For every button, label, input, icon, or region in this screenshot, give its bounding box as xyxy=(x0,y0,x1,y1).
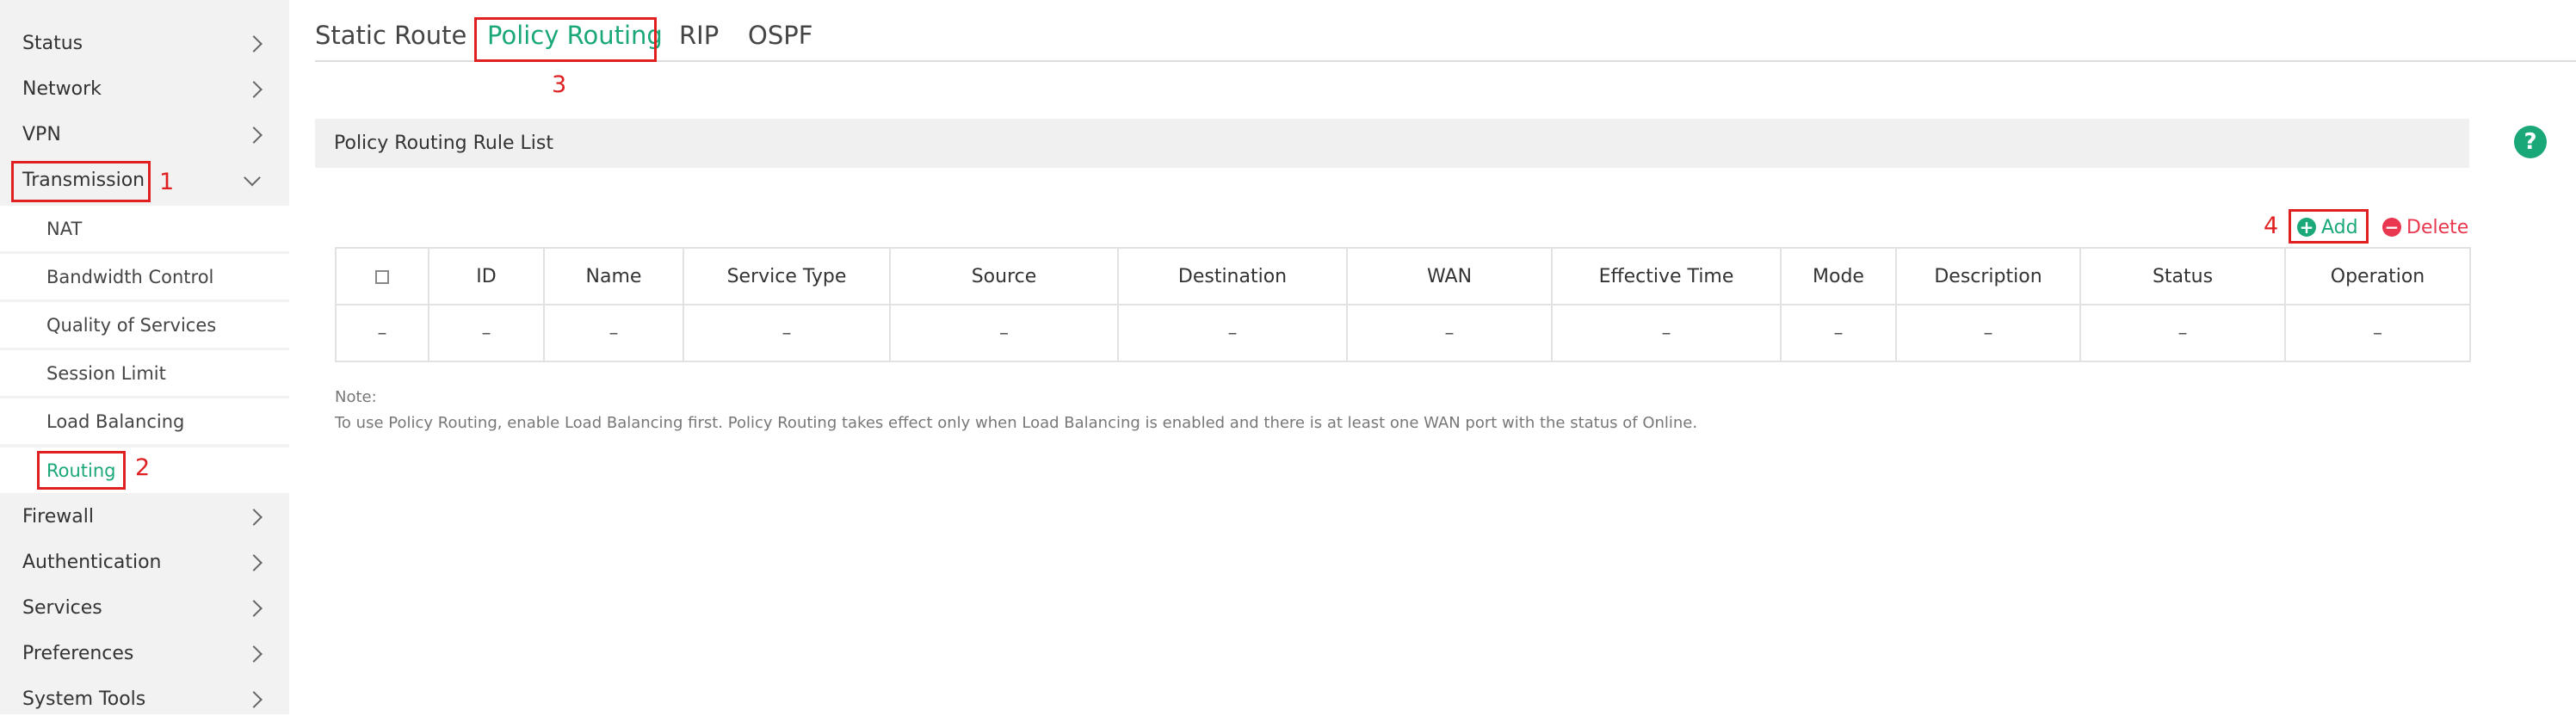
add-button[interactable]: + Add xyxy=(2297,213,2358,242)
column-header-service-type: Service Type xyxy=(683,247,891,305)
sidebar-item-label: Bandwidth Control xyxy=(46,266,214,287)
help-icon[interactable]: ? xyxy=(2514,126,2547,158)
column-header-name: Name xyxy=(543,247,684,305)
column-header-operation: Operation xyxy=(2284,247,2471,305)
select-all-checkbox[interactable] xyxy=(375,269,389,284)
sidebar-item-firewall[interactable]: Firewall xyxy=(0,494,289,540)
annotation-box-transmission xyxy=(11,161,151,202)
column-header-description: Description xyxy=(1895,247,2081,305)
minus-circle-icon: − xyxy=(2382,218,2401,237)
chevron-right-icon xyxy=(245,34,263,52)
chevron-down-icon xyxy=(244,169,261,186)
column-header-destination: Destination xyxy=(1117,247,1348,305)
table-cell: – xyxy=(2284,304,2471,362)
delete-button[interactable]: − Delete xyxy=(2382,213,2468,242)
annotation-number: 1 xyxy=(159,169,175,195)
delete-button-label: Delete xyxy=(2406,216,2469,238)
chevron-right-icon xyxy=(245,553,263,571)
sidebar-item-preferences[interactable]: Preferences xyxy=(0,631,289,676)
add-button-label: Add xyxy=(2321,216,2358,238)
sidebar-item-label: Session Limit xyxy=(46,362,166,384)
tab-static-route[interactable]: Static Route xyxy=(315,21,466,50)
sidebar-item-label: NAT xyxy=(46,218,83,239)
sidebar-item-status[interactable]: Status xyxy=(0,21,289,66)
chevron-right-icon xyxy=(245,508,263,526)
sidebar-item-label: Network xyxy=(22,78,102,100)
table-cell: – xyxy=(1346,304,1553,362)
note-heading: Note: xyxy=(335,388,377,406)
table-cell: – xyxy=(2079,304,2286,362)
chevron-right-icon xyxy=(245,645,263,663)
chevron-right-icon xyxy=(245,690,263,708)
annotation-box-routing xyxy=(37,451,126,490)
column-header-id: ID xyxy=(428,247,545,305)
column-header-status: Status xyxy=(2079,247,2286,305)
sidebar-item-label: Preferences xyxy=(22,643,134,664)
sidebar-item-label: Authentication xyxy=(22,552,162,573)
sidebar-item-label: Quality of Services xyxy=(46,314,217,336)
sidebar-subitem-quality-of-services[interactable]: Quality of Services xyxy=(0,302,289,348)
column-header-wan: WAN xyxy=(1346,247,1553,305)
table-cell: – xyxy=(1780,304,1897,362)
table-cell: – xyxy=(683,304,891,362)
table-cell: – xyxy=(543,304,684,362)
sidebar-item-label: Load Balancing xyxy=(46,410,185,432)
plus-circle-icon: + xyxy=(2297,218,2316,237)
sidebar-item-label: Firewall xyxy=(22,506,94,528)
tab-ospf[interactable]: OSPF xyxy=(748,21,812,50)
sidebar-item-network[interactable]: Network xyxy=(0,66,289,112)
sidebar-subitem-nat[interactable]: NAT xyxy=(0,206,289,251)
sidebar-item-vpn[interactable]: VPN xyxy=(0,112,289,157)
tab-rip[interactable]: RIP xyxy=(679,21,719,50)
table-cell: – xyxy=(335,304,429,362)
select-all-cell xyxy=(335,247,429,305)
sidebar-item-label: VPN xyxy=(22,124,61,145)
note-text: To use Policy Routing, enable Load Balan… xyxy=(335,414,1698,432)
sidebar-subitem-load-balancing[interactable]: Load Balancing xyxy=(0,398,289,444)
panel-title: Policy Routing Rule List xyxy=(315,119,2469,168)
sidebar-item-label: Services xyxy=(22,597,102,619)
table-cell: – xyxy=(1117,304,1348,362)
sidebar-item-authentication[interactable]: Authentication xyxy=(0,540,289,585)
sidebar-item-label: System Tools xyxy=(22,688,146,710)
sidebar-subitem-bandwidth-control[interactable]: Bandwidth Control xyxy=(0,254,289,299)
column-header-source: Source xyxy=(889,247,1119,305)
table-cell: – xyxy=(428,304,545,362)
sidebar-item-services[interactable]: Services xyxy=(0,585,289,631)
chevron-right-icon xyxy=(245,126,263,144)
table-cell: – xyxy=(1551,304,1782,362)
table-row: – – – – – – – – – – – – xyxy=(335,304,2471,362)
sidebar: Status Network VPN Transmission NAT Band… xyxy=(0,0,289,714)
annotation-number: 2 xyxy=(135,454,151,481)
sidebar-subitem-session-limit[interactable]: Session Limit xyxy=(0,350,289,396)
annotation-box-policy-routing-tab xyxy=(474,17,657,62)
column-header-mode: Mode xyxy=(1780,247,1897,305)
table-cell: – xyxy=(1895,304,2081,362)
annotation-number: 4 xyxy=(2264,213,2279,239)
policy-routing-rule-table: ID Name Service Type Source Destination … xyxy=(335,247,2471,362)
table-header-row: ID Name Service Type Source Destination … xyxy=(335,247,2471,305)
table-cell: – xyxy=(889,304,1119,362)
chevron-right-icon xyxy=(245,599,263,617)
panel-title-text: Policy Routing Rule List xyxy=(334,133,553,154)
annotation-number: 3 xyxy=(552,71,567,98)
sidebar-item-system-tools[interactable]: System Tools xyxy=(0,676,289,722)
sidebar-item-label: Status xyxy=(22,33,83,54)
chevron-right-icon xyxy=(245,80,263,98)
column-header-effective-time: Effective Time xyxy=(1551,247,1782,305)
